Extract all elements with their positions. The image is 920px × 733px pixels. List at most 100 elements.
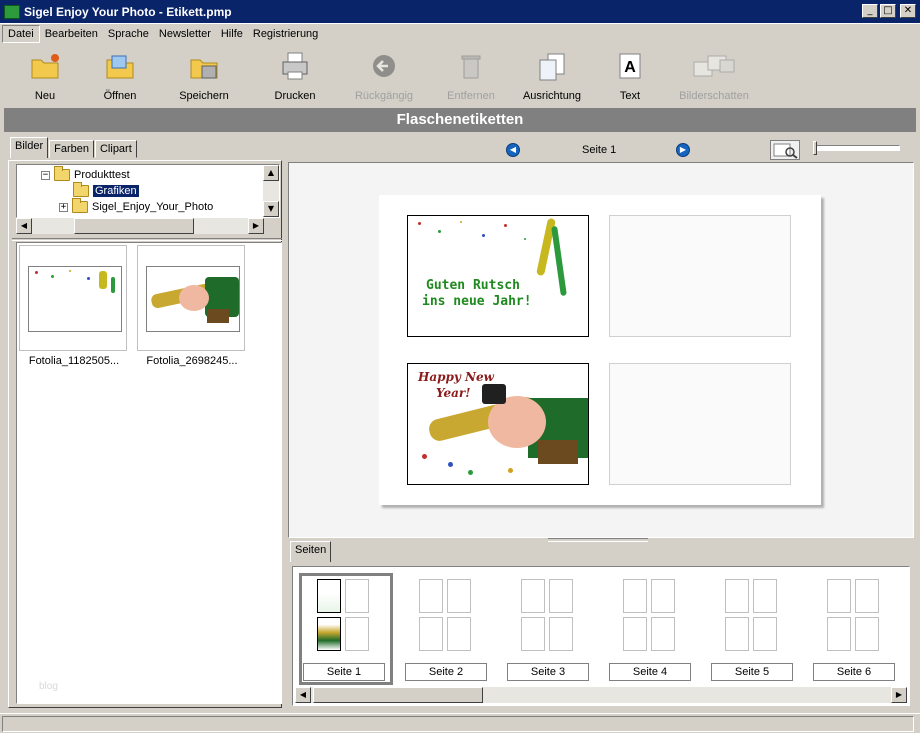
open-folder-icon — [104, 50, 136, 82]
image-shadow-button[interactable]: Bilderschatten — [674, 50, 754, 102]
pages-panel: Seite 1 Seite 2 Seite 3 Seite 4 Seite 5 Seite… — [292, 566, 910, 706]
tree-item-grafiken[interactable]: Grafiken — [73, 182, 140, 199]
menu-registrierung[interactable]: Registrierung — [248, 26, 323, 42]
page-thumb-2[interactable] — [419, 579, 477, 657]
tree-item-sigel[interactable]: + Sigel_Enjoy_Your_Photo — [59, 198, 213, 215]
zoom-icon[interactable] — [770, 140, 800, 160]
page-thumb-cell — [651, 579, 675, 613]
page-thumb-4[interactable] — [623, 579, 681, 657]
menu-hilfe[interactable]: Hilfe — [216, 26, 248, 42]
tab-seiten[interactable]: Seiten — [290, 541, 332, 562]
canvas-splitter[interactable] — [548, 538, 648, 542]
image-thumb-1[interactable] — [19, 245, 127, 351]
page-thumb-cell — [549, 617, 573, 651]
printer-icon — [279, 50, 311, 82]
label-slot-4[interactable] — [609, 363, 791, 485]
page-thumb-cell — [521, 617, 545, 651]
page-caption-5[interactable]: Seite 5 — [711, 663, 793, 681]
folder-tree[interactable]: − Produkttest Grafiken + Sigel_Enjoy_You… — [16, 164, 280, 218]
align-pages-icon — [536, 50, 568, 82]
undo-button[interactable]: Rückgängig — [344, 50, 424, 102]
new-folder-icon — [29, 50, 61, 82]
page-thumb-5[interactable] — [725, 579, 783, 657]
panel-splitter[interactable] — [12, 238, 282, 241]
page-thumb-cell — [447, 579, 471, 613]
image-caption-2: Fotolia_2698245... — [146, 355, 238, 367]
tree-h-scrollbar[interactable]: ◀ ▶ — [16, 218, 264, 234]
page-thumb-cell — [345, 579, 369, 613]
page-caption-6[interactable]: Seite 6 — [813, 663, 895, 681]
scroll-up-icon[interactable]: ▲ — [263, 165, 279, 181]
collapse-icon[interactable]: − — [41, 170, 50, 180]
page-thumb-6[interactable] — [827, 579, 885, 657]
tab-bilder[interactable]: Bilder — [10, 137, 49, 158]
pages-scrollbar[interactable]: ◀ ▶ — [295, 687, 907, 703]
page-caption-3[interactable]: Seite 3 — [507, 663, 589, 681]
save-button[interactable]: Speichern — [164, 50, 244, 102]
editor-canvas[interactable]: Guten Rutsch ins neue Jahr! Happy New Ye… — [288, 162, 914, 538]
image-shadow-icon — [690, 50, 738, 82]
menu-bearbeiten[interactable]: Bearbeiten — [40, 26, 103, 42]
page-thumb-cell — [725, 579, 749, 613]
open-button[interactable]: Öffnen — [80, 50, 160, 102]
label-sheet: Guten Rutsch ins neue Jahr! Happy New Ye… — [379, 195, 821, 505]
zoom-slider-handle[interactable] — [813, 141, 817, 155]
section-banner: Flaschenetiketten — [4, 108, 916, 132]
alignment-button[interactable]: Ausrichtung — [512, 50, 592, 102]
menu-datei[interactable]: Datei — [2, 24, 40, 43]
page-thumb-cell — [651, 617, 675, 651]
image-browser: Fotolia_1182505... Fotolia_2698245... bl… — [16, 242, 282, 704]
label-text-line-1: Happy New — [418, 370, 494, 384]
label-slot-3[interactable]: Happy New Year! — [407, 363, 589, 485]
next-page-icon[interactable]: ▶ — [676, 143, 690, 157]
label-text-line-2: ins neue Jahr! — [422, 294, 532, 309]
previous-page-icon[interactable]: ◀ — [506, 143, 520, 157]
menu-sprache[interactable]: Sprache — [103, 26, 154, 42]
page-thumb-cell — [753, 617, 777, 651]
tree-item-produkttest[interactable]: − Produkttest — [41, 166, 130, 183]
page-thumb-cell — [725, 617, 749, 651]
maximize-button[interactable]: □ — [880, 4, 896, 18]
page-caption-2[interactable]: Seite 2 — [405, 663, 487, 681]
image-thumb-2[interactable] — [137, 245, 245, 351]
tree-scrollbar[interactable]: ▲ ▼ — [263, 165, 279, 217]
close-button[interactable]: ✕ — [900, 4, 916, 18]
label-slot-2[interactable] — [609, 215, 791, 337]
status-bar — [0, 713, 920, 733]
label-text-line-2: Year! — [436, 386, 471, 400]
watermark-text: blog — [39, 681, 58, 692]
folder-icon — [72, 198, 88, 213]
scroll-thumb[interactable] — [313, 687, 483, 703]
open-folder-icon — [73, 182, 89, 197]
scroll-right-icon[interactable]: ▶ — [891, 687, 907, 703]
page-caption-4[interactable]: Seite 4 — [609, 663, 691, 681]
tab-farben[interactable]: Farben — [49, 140, 94, 158]
page-caption-1[interactable]: Seite 1 — [303, 663, 385, 681]
scroll-left-icon[interactable]: ◀ — [295, 687, 311, 703]
page-thumb-cell — [855, 617, 879, 651]
scroll-right-icon[interactable]: ▶ — [248, 218, 264, 234]
page-thumb-cell — [753, 579, 777, 613]
scroll-down-icon[interactable]: ▼ — [263, 201, 279, 217]
page-thumb-1[interactable] — [317, 579, 375, 657]
left-panel: Bilder Farben Clipart − Produkttest Graf… — [4, 136, 284, 708]
new-button[interactable]: Neu — [5, 50, 85, 102]
menu-bar: Datei Bearbeiten Sprache Newsletter Hilf… — [0, 24, 920, 43]
toolbar: Neu Öffnen Speichern Drucken Rückgängig … — [0, 44, 920, 106]
print-button[interactable]: Drucken — [255, 50, 335, 102]
label-slot-1[interactable]: Guten Rutsch ins neue Jahr! — [407, 215, 589, 337]
page-thumb-3[interactable] — [521, 579, 579, 657]
page-thumb-cell — [549, 579, 573, 613]
text-icon: A — [614, 50, 646, 82]
remove-button[interactable]: Entfernen — [431, 50, 511, 102]
minimize-button[interactable]: _ — [862, 4, 878, 18]
zoom-slider[interactable] — [816, 145, 900, 151]
scroll-thumb[interactable] — [74, 218, 194, 234]
menu-newsletter[interactable]: Newsletter — [154, 26, 216, 42]
page-thumb-cell — [419, 579, 443, 613]
tab-clipart[interactable]: Clipart — [94, 140, 137, 158]
pages-tabs: Seiten — [290, 541, 332, 562]
scroll-left-icon[interactable]: ◀ — [16, 218, 32, 234]
text-button[interactable]: A Text — [590, 50, 670, 102]
expand-icon[interactable]: + — [59, 202, 68, 212]
